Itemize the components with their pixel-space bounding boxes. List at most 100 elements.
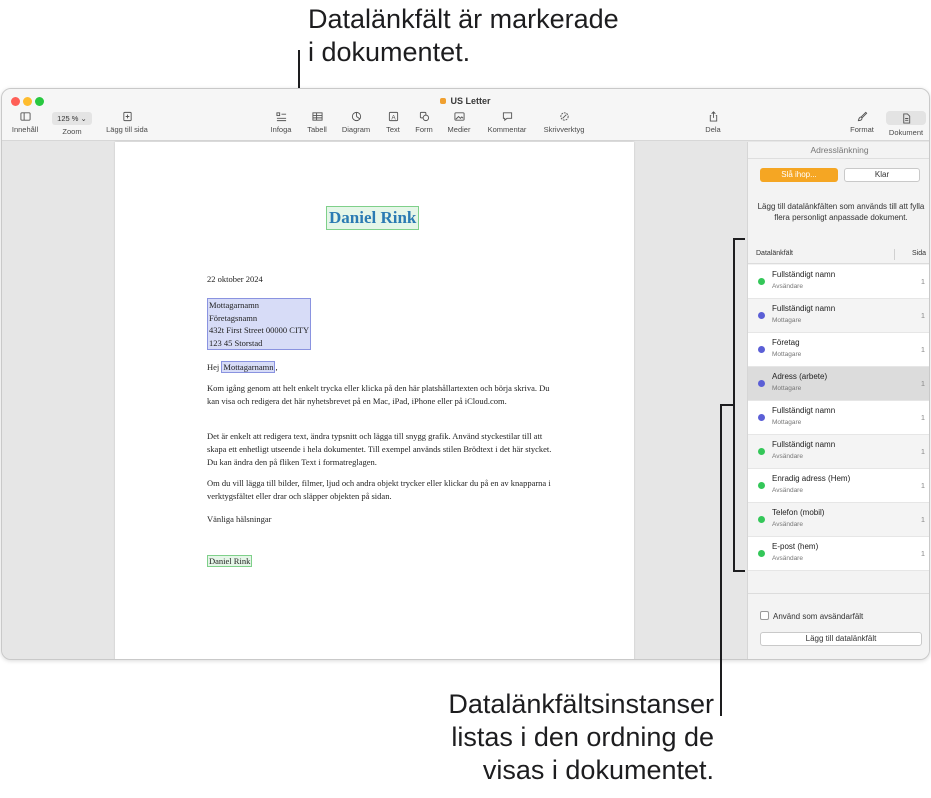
field-source: Mottagare <box>772 317 802 324</box>
field-source: Avsändare <box>772 453 803 460</box>
callout-bottom-line-3: visas i dokumentet. <box>482 755 714 785</box>
window-title: US Letter <box>2 96 929 106</box>
callout-bottom-line-1: Datalänkfältsinstanser <box>448 689 714 719</box>
field-name: Fullständigt namn <box>772 440 836 449</box>
chevron-down-icon: ⌄ <box>80 114 87 123</box>
field-type-dot <box>758 482 765 489</box>
share-icon <box>706 111 720 122</box>
field-name: E-post (hem) <box>772 542 819 551</box>
use-as-sender-checkbox[interactable]: Använd som avsändarfält <box>760 611 863 621</box>
field-name: Fullständigt namn <box>772 406 836 415</box>
table-button[interactable]: Tabell <box>304 111 330 134</box>
checkbox-box[interactable] <box>760 611 769 620</box>
table-label: Tabell <box>307 125 327 134</box>
field-source: Mottagare <box>772 351 802 358</box>
field-page: 1 <box>920 345 925 354</box>
comment-button[interactable]: Kommentar <box>484 111 530 134</box>
body-paragraph-2[interactable]: Det är enkelt att redigera text, ändra t… <box>207 430 557 469</box>
text-button[interactable]: A Text <box>382 111 404 134</box>
done-button[interactable]: Klar <box>844 168 920 182</box>
text-label: Text <box>386 125 400 134</box>
shape-icon <box>417 111 431 122</box>
sidebar-icon <box>18 111 32 122</box>
document-icon <box>440 98 447 104</box>
comment-label: Kommentar <box>487 125 527 134</box>
field-row[interactable]: Enradig adress (Hem) Avsändare 1 <box>748 469 929 503</box>
field-source: Avsändare <box>772 521 803 528</box>
content-button[interactable]: Innehåll <box>10 111 40 134</box>
body-paragraph-1[interactable]: Kom igång genom att helt enkelt trycka e… <box>207 382 557 408</box>
field-row[interactable]: E-post (hem) Avsändare 1 <box>748 537 929 571</box>
field-list: Fullständigt namn Avsändare 1 Fullständigt … <box>748 265 929 571</box>
signature-field[interactable]: Daniel Rink <box>207 555 253 567</box>
writing-tools-label: Skrivverktyg <box>543 125 585 134</box>
chart-icon <box>349 111 363 122</box>
field-page: 1 <box>920 515 925 524</box>
title-bar: US Letter Innehåll 125 % ⌄ Zoom Lägg til… <box>2 89 929 141</box>
media-button[interactable]: Medier <box>444 111 474 134</box>
address-line: 432t First Street 00000 CITY <box>209 325 310 335</box>
date-text[interactable]: 22 oktober 2024 <box>207 273 263 286</box>
field-page: 1 <box>920 277 925 286</box>
document-panel-icon <box>886 111 926 125</box>
use-as-sender-label: Använd som avsändarfält <box>773 612 864 621</box>
document-button[interactable]: Dokument <box>884 111 928 137</box>
field-type-dot <box>758 448 765 455</box>
add-page-button[interactable]: Lägg till sida <box>102 111 152 134</box>
sidebar-header: Adresslänkning <box>748 142 929 159</box>
document-page[interactable]: Daniel Rink 22 oktober 2024 Mottagarnamn… <box>115 142 634 659</box>
closing-text[interactable]: Vänliga hälsningar <box>207 513 271 526</box>
recipient-address-field[interactable]: Mottagarnamn Företagsnamn 432t First Str… <box>207 298 312 350</box>
sidebar-description: Lägg till datalänkfälten som används til… <box>757 202 925 222</box>
greeting-prefix: Hej <box>207 362 222 372</box>
field-row[interactable]: Företag Mottagare 1 <box>748 333 929 367</box>
signature-line[interactable]: Daniel Rink <box>207 555 253 568</box>
field-row[interactable]: Fullständigt namn Avsändare 1 <box>748 265 929 299</box>
field-name: Företag <box>772 338 800 347</box>
field-page: 1 <box>920 447 925 456</box>
chart-label: Diagram <box>341 125 371 134</box>
sender-name-field[interactable]: Daniel Rink <box>326 206 420 230</box>
greeting-text[interactable]: Hej Mottagarnamn, <box>207 361 278 374</box>
field-type-dot <box>758 550 765 557</box>
shape-button[interactable]: Form <box>412 111 436 134</box>
field-source: Avsändare <box>772 555 803 562</box>
field-source: Avsändare <box>772 283 803 290</box>
field-page: 1 <box>920 311 925 320</box>
writing-tools-button[interactable]: Skrivverktyg <box>538 111 590 134</box>
field-row[interactable]: Fullständigt namn Mottagare 1 <box>748 401 929 435</box>
callout-bracket-top <box>733 238 745 240</box>
field-row[interactable]: Fullständigt namn Avsändare 1 <box>748 435 929 469</box>
table-icon <box>310 111 324 122</box>
add-page-label: Lägg till sida <box>106 125 148 134</box>
chart-button[interactable]: Diagram <box>340 111 372 134</box>
document-canvas[interactable]: Daniel Rink 22 oktober 2024 Mottagarnamn… <box>2 142 747 659</box>
field-row[interactable]: Adress (arbete) Mottagare 1 <box>748 367 929 401</box>
field-name: Fullständigt namn <box>772 304 836 313</box>
column-header-field[interactable]: Datalänkfält <box>756 250 793 257</box>
field-source: Mottagare <box>772 385 802 392</box>
add-merge-field-button[interactable]: Lägg till datalänkfält <box>760 632 922 646</box>
field-type-dot <box>758 346 765 353</box>
photo-icon <box>452 111 466 122</box>
greeting-suffix: , <box>275 362 278 372</box>
zoom-select[interactable]: 125 % ⌄ <box>52 112 92 125</box>
callout-leader-vertical <box>720 404 722 716</box>
column-header-page[interactable]: Sida <box>912 250 926 257</box>
callout-bracket-bottom <box>733 570 745 572</box>
media-label: Medier <box>447 125 471 134</box>
callout-top-line-1: Datalänkfält är markerade <box>308 4 619 34</box>
greeting-recipient-field[interactable]: Mottagarnamn <box>221 361 276 373</box>
body-paragraph-3[interactable]: Om du vill lägga till bilder, filmer, lj… <box>207 477 557 503</box>
zoom-control[interactable]: 125 % ⌄ Zoom <box>50 112 94 136</box>
field-list-header: Datalänkfält Sida <box>748 246 929 264</box>
field-row[interactable]: Telefon (mobil) Avsändare 1 <box>748 503 929 537</box>
mail-merge-sidebar: Adresslänkning Slå ihop... Klar Lägg til… <box>747 142 929 659</box>
merge-button[interactable]: Slå ihop... <box>760 168 838 182</box>
paintbrush-icon <box>855 111 869 122</box>
field-type-dot <box>758 312 765 319</box>
share-button[interactable]: Dela <box>702 111 724 134</box>
insert-button[interactable]: Infoga <box>268 111 294 134</box>
format-button[interactable]: Format <box>848 111 876 134</box>
field-row[interactable]: Fullständigt namn Mottagare 1 <box>748 299 929 333</box>
